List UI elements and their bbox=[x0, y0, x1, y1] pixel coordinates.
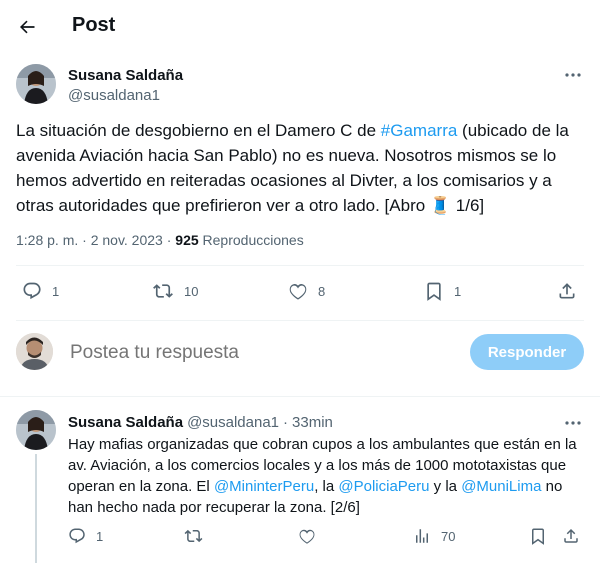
reply-icon bbox=[23, 282, 41, 300]
reply-count: 1 bbox=[52, 283, 60, 299]
more-options-icon[interactable] bbox=[562, 66, 584, 84]
reply-button[interactable]: Responder bbox=[470, 334, 584, 370]
mention-link[interactable]: @MuniLima bbox=[461, 478, 541, 495]
tweet-text-part: La situación de desgobierno en el Damero… bbox=[16, 121, 381, 140]
reply-author-name[interactable]: Susana Saldaña bbox=[68, 414, 183, 431]
reply-actions: 1 70 bbox=[0, 525, 600, 555]
current-user-avatar[interactable] bbox=[16, 333, 53, 370]
bookmark-icon bbox=[532, 528, 544, 545]
author-name[interactable]: Susana Saldaña bbox=[68, 67, 183, 84]
tweet-text-part: 1/6] bbox=[451, 196, 485, 215]
reply-repost-action[interactable] bbox=[184, 527, 203, 545]
reply-input[interactable] bbox=[70, 342, 450, 364]
heart-icon bbox=[289, 283, 307, 300]
back-arrow-icon[interactable] bbox=[14, 14, 40, 40]
reply-separator: · bbox=[283, 414, 289, 431]
reply-share-action[interactable] bbox=[562, 527, 580, 545]
reply-header: Susana Saldaña @susaldana1 · 33min bbox=[68, 414, 333, 431]
heart-icon bbox=[299, 529, 315, 544]
tweet-timestamp[interactable]: 1:28 p. m. · 2 nov. 2023 · bbox=[16, 232, 175, 248]
views-count: 925 bbox=[175, 232, 199, 248]
tweet-actions: 1 10 8 1 bbox=[0, 278, 600, 308]
reply-reply-action[interactable]: 1 bbox=[68, 527, 103, 545]
repost-icon bbox=[184, 529, 203, 543]
reply-action[interactable]: 1 bbox=[22, 281, 59, 301]
reply-views-action[interactable]: 70 bbox=[413, 527, 455, 545]
bookmark-count: 1 bbox=[454, 283, 462, 299]
repost-count: 10 bbox=[184, 283, 199, 299]
reply-text-part: y la bbox=[429, 478, 462, 495]
author-avatar[interactable] bbox=[16, 64, 56, 104]
share-icon bbox=[559, 283, 575, 299]
reply-more-options-icon[interactable] bbox=[562, 414, 584, 432]
views-label: Reproducciones bbox=[198, 232, 304, 248]
repost-action[interactable]: 10 bbox=[152, 281, 198, 301]
divider bbox=[16, 265, 584, 266]
reply-icon bbox=[69, 528, 85, 544]
divider bbox=[0, 396, 600, 397]
reply-reply-count: 1 bbox=[96, 528, 104, 544]
like-action[interactable]: 8 bbox=[288, 281, 325, 301]
reply-time[interactable]: 33min bbox=[292, 414, 333, 431]
share-action[interactable] bbox=[557, 281, 577, 301]
mention-link[interactable]: @PoliciaPeru bbox=[338, 478, 429, 495]
reply-author-avatar[interactable] bbox=[16, 410, 56, 450]
hashtag-link[interactable]: #Gamarra bbox=[381, 121, 458, 140]
author-handle[interactable]: @susaldana1 bbox=[68, 87, 160, 104]
share-icon bbox=[564, 528, 578, 543]
thread-emoji: 🧵 bbox=[429, 196, 452, 215]
reply-text: Hay mafias organizadas que cobran cupos … bbox=[68, 434, 583, 518]
reply-text-part: , la bbox=[314, 478, 339, 495]
like-count: 8 bbox=[318, 283, 326, 299]
page-title: Post bbox=[72, 14, 116, 36]
tweet-meta: 1:28 p. m. · 2 nov. 2023 · 925 Reproducc… bbox=[16, 232, 304, 248]
reply-author-handle[interactable]: @susaldana1 bbox=[187, 414, 279, 431]
reply-views-count: 70 bbox=[441, 528, 456, 544]
bookmark-action[interactable]: 1 bbox=[424, 281, 461, 301]
bookmark-icon bbox=[427, 282, 441, 301]
divider bbox=[16, 320, 584, 321]
reply-bookmark-action[interactable] bbox=[529, 527, 547, 545]
reply-like-action[interactable] bbox=[298, 527, 316, 545]
tweet-text: La situación de desgobierno en el Damero… bbox=[16, 118, 586, 218]
top-bar: Post bbox=[0, 0, 600, 53]
views-chart-icon bbox=[416, 529, 428, 543]
mention-link[interactable]: @MininterPeru bbox=[214, 478, 314, 495]
repost-icon bbox=[153, 284, 173, 298]
